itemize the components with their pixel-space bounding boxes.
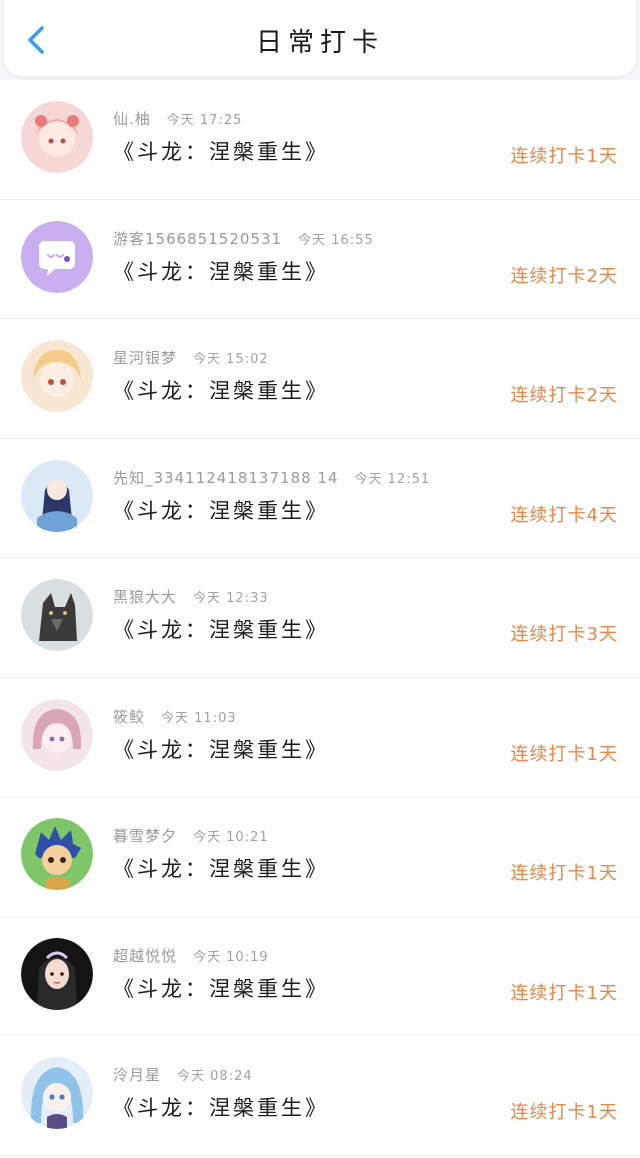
anime-girl-avatar-icon	[21, 698, 93, 771]
streak-label: 连续打卡1天	[510, 982, 618, 1004]
anime-girl-avatar-icon	[21, 459, 93, 532]
timestamp: 今天 12:33	[193, 591, 269, 606]
streak-label: 连续打卡2天	[510, 385, 618, 406]
anime-girl-avatar-icon	[21, 340, 93, 412]
timestamp: 今天 17:25	[166, 113, 243, 128]
list-item[interactable]: 仙.柚 今天 17:25 《斗龙：涅槃重生》 连续打卡1天	[0, 80, 640, 200]
username[interactable]: 暮雪梦夕	[113, 827, 177, 845]
page-title: 日常打卡	[255, 28, 384, 58]
entry-meta: 仙.柚 今天 17:25	[113, 108, 242, 129]
streak-label: 连续打卡1天	[510, 146, 618, 167]
username[interactable]: 星河银梦	[113, 349, 177, 367]
list-item[interactable]: 星河银梦 今天 15:02 《斗龙：涅槃重生》 连续打卡2天	[0, 319, 640, 439]
username[interactable]: 筱鲛	[113, 708, 145, 726]
book-title[interactable]: 《斗龙：涅槃重生》	[113, 973, 329, 1003]
entry-meta: 泠月星 今天 08:24	[113, 1064, 253, 1085]
book-title[interactable]: 《斗龙：涅槃重生》	[113, 1092, 329, 1122]
top-bar: 日常打卡	[4, 0, 636, 76]
entry-meta: 先知_334112418137188 14 今天 12:51	[113, 467, 430, 488]
entry-meta: 筱鲛 今天 11:03	[113, 706, 237, 727]
list-item[interactable]: 先知_334112418137188 14 今天 12:51 《斗龙：涅槃重生》 …	[0, 438, 640, 558]
streak-label: 连续打卡2天	[510, 265, 618, 287]
book-title[interactable]: 《斗龙：涅槃重生》	[113, 375, 329, 405]
streak-label: 连续打卡4天	[510, 504, 618, 526]
book-title[interactable]: 《斗龙：涅槃重生》	[113, 853, 329, 883]
entry-meta: 游客1566851520531 今天 16:55	[113, 228, 374, 249]
username[interactable]: 先知_334112418137188 14	[113, 469, 339, 487]
streak-label: 连续打卡1天	[510, 1102, 618, 1123]
timestamp: 今天 11:03	[161, 710, 237, 726]
book-title[interactable]: 《斗龙：涅槃重生》	[113, 256, 329, 286]
list-item[interactable]: 筱鲛 今天 11:03 《斗龙：涅槃重生》 连续打卡1天	[0, 677, 640, 797]
timestamp: 今天 10:19	[193, 949, 269, 965]
girl-photo-avatar-icon	[21, 937, 93, 1010]
avatar[interactable]	[21, 340, 93, 412]
avatar[interactable]	[21, 698, 93, 771]
anime-boy-avatar-icon	[21, 818, 93, 890]
avatar[interactable]	[21, 818, 93, 890]
streak-label: 连续打卡1天	[510, 743, 618, 765]
list-item[interactable]: 游客1566851520531 今天 16:55 《斗龙：涅槃重生》 连续打卡2天	[0, 199, 640, 319]
wolf-avatar-icon	[21, 579, 93, 651]
entry-meta: 暮雪梦夕 今天 10:21	[113, 825, 269, 846]
entry-meta: 超越悦悦 今天 10:19	[113, 945, 269, 966]
username[interactable]: 游客1566851520531	[113, 230, 282, 248]
streak-label: 连续打卡3天	[510, 624, 618, 645]
timestamp: 今天 12:51	[354, 471, 431, 487]
list-item[interactable]: 超越悦悦 今天 10:19 《斗龙：涅槃重生》 连续打卡1天	[0, 916, 640, 1036]
book-title[interactable]: 《斗龙：涅槃重生》	[113, 614, 329, 644]
book-title[interactable]: 《斗龙：涅槃重生》	[113, 136, 329, 166]
username[interactable]: 仙.柚	[113, 110, 151, 128]
streak-label: 连续打卡1天	[510, 863, 618, 884]
entry-meta: 星河银梦 今天 15:02	[113, 347, 269, 368]
timestamp: 今天 15:02	[193, 352, 269, 367]
timestamp: 今天 10:21	[193, 830, 269, 845]
checkin-list: 仙.柚 今天 17:25 《斗龙：涅槃重生》 连续打卡1天 游客156685152…	[0, 80, 640, 1156]
app-screen: 日常打卡 仙.柚 今天 17:25 《斗龙：涅槃重生》 连续打卡1天 游客156…	[0, 0, 640, 1158]
list-item[interactable]: 黑狼大大 今天 12:33 《斗龙：涅槃重生》 连续打卡3天	[0, 558, 640, 678]
anime-girl-avatar-icon	[21, 1057, 93, 1129]
username[interactable]: 超越悦悦	[113, 947, 177, 965]
avatar[interactable]	[21, 459, 93, 532]
avatar[interactable]	[21, 220, 93, 293]
avatar[interactable]	[21, 937, 93, 1010]
username[interactable]: 黑狼大大	[113, 588, 177, 606]
book-title[interactable]: 《斗龙：涅槃重生》	[113, 495, 329, 525]
timestamp: 今天 08:24	[177, 1069, 253, 1084]
list-item[interactable]: 泠月星 今天 08:24 《斗龙：涅槃重生》 连续打卡1天	[0, 1036, 640, 1156]
timestamp: 今天 16:55	[298, 232, 374, 248]
chat-bubble-avatar-icon	[21, 220, 93, 293]
entry-meta: 黑狼大大 今天 12:33	[113, 586, 269, 607]
list-item[interactable]: 暮雪梦夕 今天 10:21 《斗龙：涅槃重生》 连续打卡1天	[0, 797, 640, 917]
anime-girl-avatar-icon	[21, 101, 93, 173]
avatar[interactable]	[21, 101, 93, 173]
avatar[interactable]	[21, 579, 93, 651]
avatar[interactable]	[21, 1057, 93, 1129]
book-title[interactable]: 《斗龙：涅槃重生》	[113, 734, 329, 764]
username[interactable]: 泠月星	[113, 1066, 161, 1084]
